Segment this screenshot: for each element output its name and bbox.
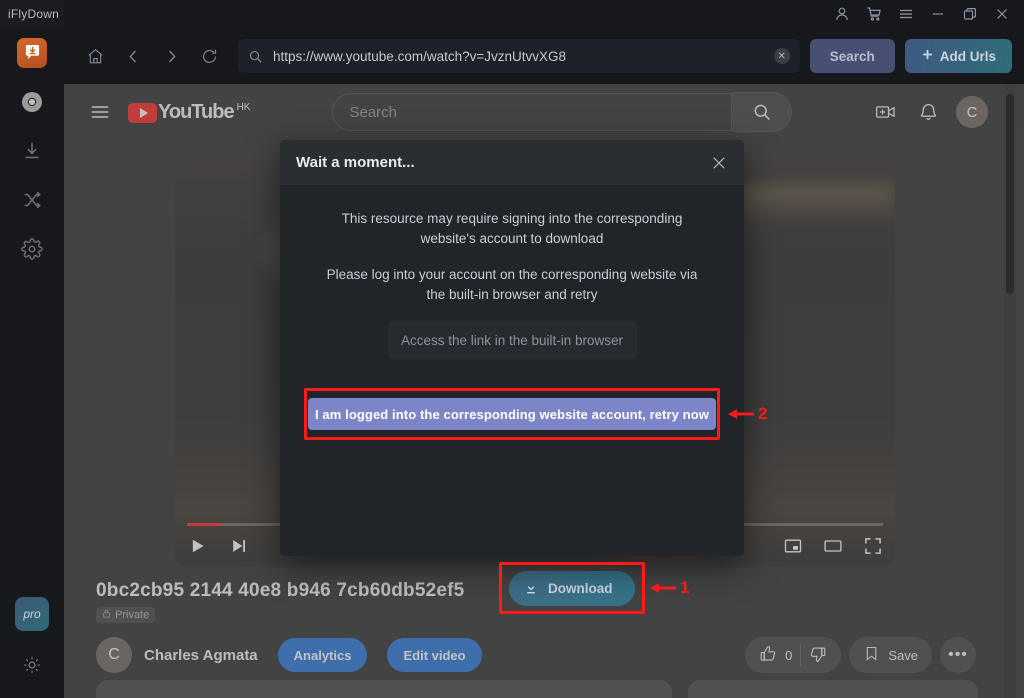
menu-icon[interactable] — [890, 0, 922, 28]
dialog-body: This resource may require signing into t… — [280, 185, 744, 359]
search-icon — [754, 104, 771, 121]
youtube-wordmark: YouTube — [158, 100, 235, 123]
sidebar-item-downloads[interactable] — [0, 126, 64, 175]
dialog-message-1: This resource may require signing into t… — [341, 211, 683, 246]
youtube-country-code: HK — [236, 101, 251, 113]
close-icon[interactable] — [710, 154, 728, 172]
url-input[interactable]: https://www.youtube.com/watch?v=JvznUtvv… — [273, 49, 766, 64]
privacy-badge: Private — [96, 607, 156, 623]
scrollbar-thumb[interactable] — [1006, 94, 1014, 294]
browser-toolbar: https://www.youtube.com/watch?v=JvznUtvv… — [64, 28, 1024, 84]
app-logo-icon — [17, 37, 47, 68]
youtube-search-button[interactable] — [732, 92, 793, 132]
sidebar-item-app-logo[interactable] — [0, 28, 64, 77]
browser-icon — [22, 91, 42, 112]
next-video-icon[interactable] — [229, 536, 249, 556]
save-button[interactable]: Save — [849, 637, 932, 673]
cart-icon[interactable] — [858, 0, 890, 28]
thumbs-down-icon[interactable] — [809, 645, 827, 666]
thumbs-up-icon[interactable] — [759, 645, 777, 666]
page-scrollbar[interactable] — [1004, 84, 1016, 698]
youtube-search-input[interactable]: Search — [332, 93, 733, 131]
add-urls-label: Add Urls — [939, 48, 996, 64]
reload-icon[interactable] — [190, 37, 228, 75]
player-controls-right — [783, 536, 883, 556]
converter-icon — [24, 191, 41, 208]
analytics-button[interactable]: Analytics — [277, 638, 368, 672]
youtube-header-actions: C — [872, 96, 988, 128]
youtube-logo[interactable]: YouTube HK — [128, 101, 250, 124]
description-card[interactable] — [96, 680, 672, 698]
search-button[interactable]: Search — [809, 39, 895, 73]
annotation-arrow-icon — [650, 581, 676, 595]
dialog-title: Wait a moment... — [296, 154, 415, 171]
close-icon[interactable] — [986, 0, 1018, 28]
hamburger-menu-icon[interactable] — [80, 92, 120, 132]
edit-video-button[interactable]: Edit video — [387, 638, 482, 672]
forward-arrow-icon[interactable] — [152, 37, 190, 75]
youtube-avatar[interactable]: C — [956, 96, 988, 128]
more-actions-button[interactable]: ••• — [940, 637, 976, 673]
bell-icon[interactable] — [914, 98, 942, 126]
sidebar-item-browser[interactable] — [0, 77, 64, 126]
clear-icon[interactable]: ✕ — [773, 48, 790, 64]
annotation-highlight-1 — [499, 562, 645, 614]
theme-toggle-icon[interactable] — [22, 655, 42, 680]
app-window: iFlyDown pro https://www.youtube.com/wat… — [0, 0, 1024, 698]
theater-mode-icon[interactable] — [823, 536, 843, 556]
like-count: 0 — [785, 647, 793, 663]
restore-icon[interactable] — [954, 0, 986, 28]
home-icon[interactable] — [76, 37, 114, 75]
youtube-play-icon — [128, 102, 157, 123]
channel-row: C Charles Agmata Analytics Edit video 0 … — [96, 637, 976, 673]
sidebar-item-converter[interactable] — [0, 175, 64, 224]
annotation-highlight-2 — [304, 388, 720, 440]
annotation-number: 1 — [680, 578, 690, 597]
minimize-icon[interactable] — [922, 0, 954, 28]
open-builtin-browser-button[interactable]: Access the link in the built-in browser — [387, 321, 637, 359]
account-icon[interactable] — [826, 0, 858, 28]
annotation-1: 1 — [650, 578, 689, 598]
privacy-badge-label: Private — [115, 609, 150, 621]
settings-icon — [21, 237, 43, 260]
add-urls-button[interactable]: Add Urls — [904, 39, 1012, 73]
back-arrow-icon[interactable] — [114, 37, 152, 75]
sidebar-suggestion-card[interactable] — [688, 680, 978, 698]
left-sidebar: pro — [0, 28, 64, 698]
create-video-icon[interactable] — [872, 98, 900, 126]
downloads-icon — [25, 142, 39, 158]
youtube-search-placeholder: Search — [349, 103, 398, 121]
search-icon — [248, 49, 263, 64]
pro-badge[interactable]: pro — [15, 597, 49, 631]
fullscreen-icon[interactable] — [863, 536, 883, 556]
dialog-header: Wait a moment... — [280, 140, 744, 185]
bookmark-icon — [863, 645, 880, 665]
plus-icon — [921, 48, 934, 64]
like-dislike-group: 0 — [745, 637, 842, 673]
url-input-wrapper[interactable]: https://www.youtube.com/watch?v=JvznUtvv… — [238, 39, 800, 73]
lock-icon — [102, 609, 111, 621]
play-icon[interactable] — [187, 536, 207, 556]
action-divider — [800, 644, 802, 666]
save-label: Save — [888, 647, 918, 663]
signin-required-dialog: Wait a moment... This resource may requi… — [280, 140, 744, 556]
miniplayer-icon[interactable] — [783, 536, 803, 556]
annotation-arrow-icon — [728, 407, 754, 421]
titlebar-controls — [826, 0, 1024, 28]
app-title: iFlyDown — [0, 0, 64, 28]
channel-name[interactable]: Charles Agmata — [144, 647, 258, 664]
sidebar-item-settings[interactable] — [0, 224, 64, 273]
channel-avatar[interactable]: C — [96, 637, 132, 673]
annotation-number: 2 — [758, 404, 768, 423]
annotation-2: 2 — [728, 404, 767, 424]
title-bar: iFlyDown — [0, 0, 1024, 28]
youtube-header: YouTube HK Search C — [64, 84, 1004, 140]
video-actions: 0 Save ••• — [745, 637, 976, 673]
dialog-message-2: Please log into your account on the corr… — [326, 267, 698, 302]
